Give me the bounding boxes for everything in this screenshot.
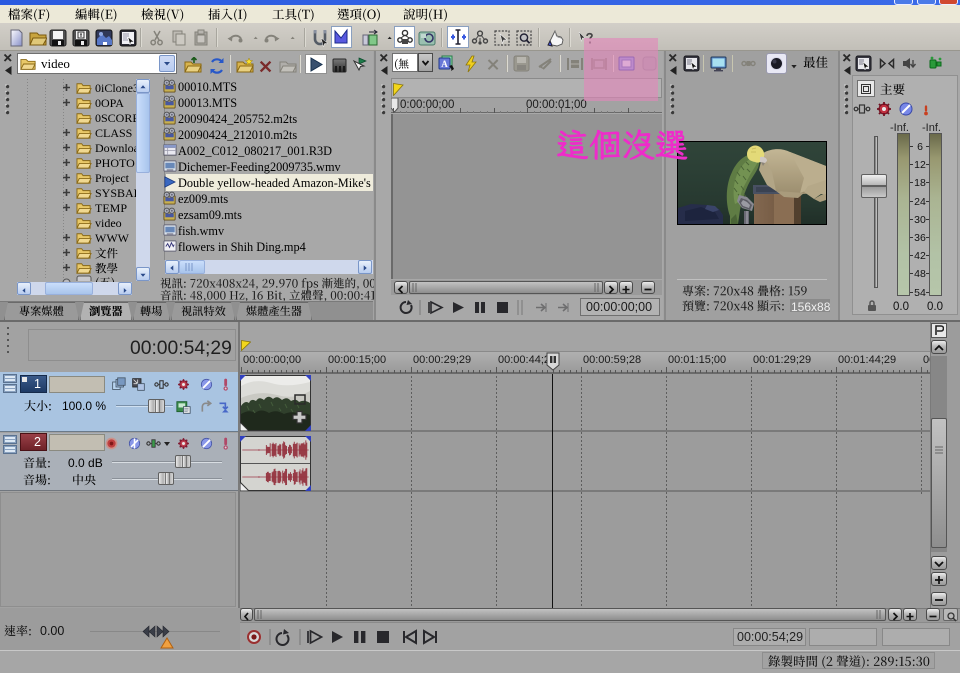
- svg-text:A: A: [441, 59, 448, 69]
